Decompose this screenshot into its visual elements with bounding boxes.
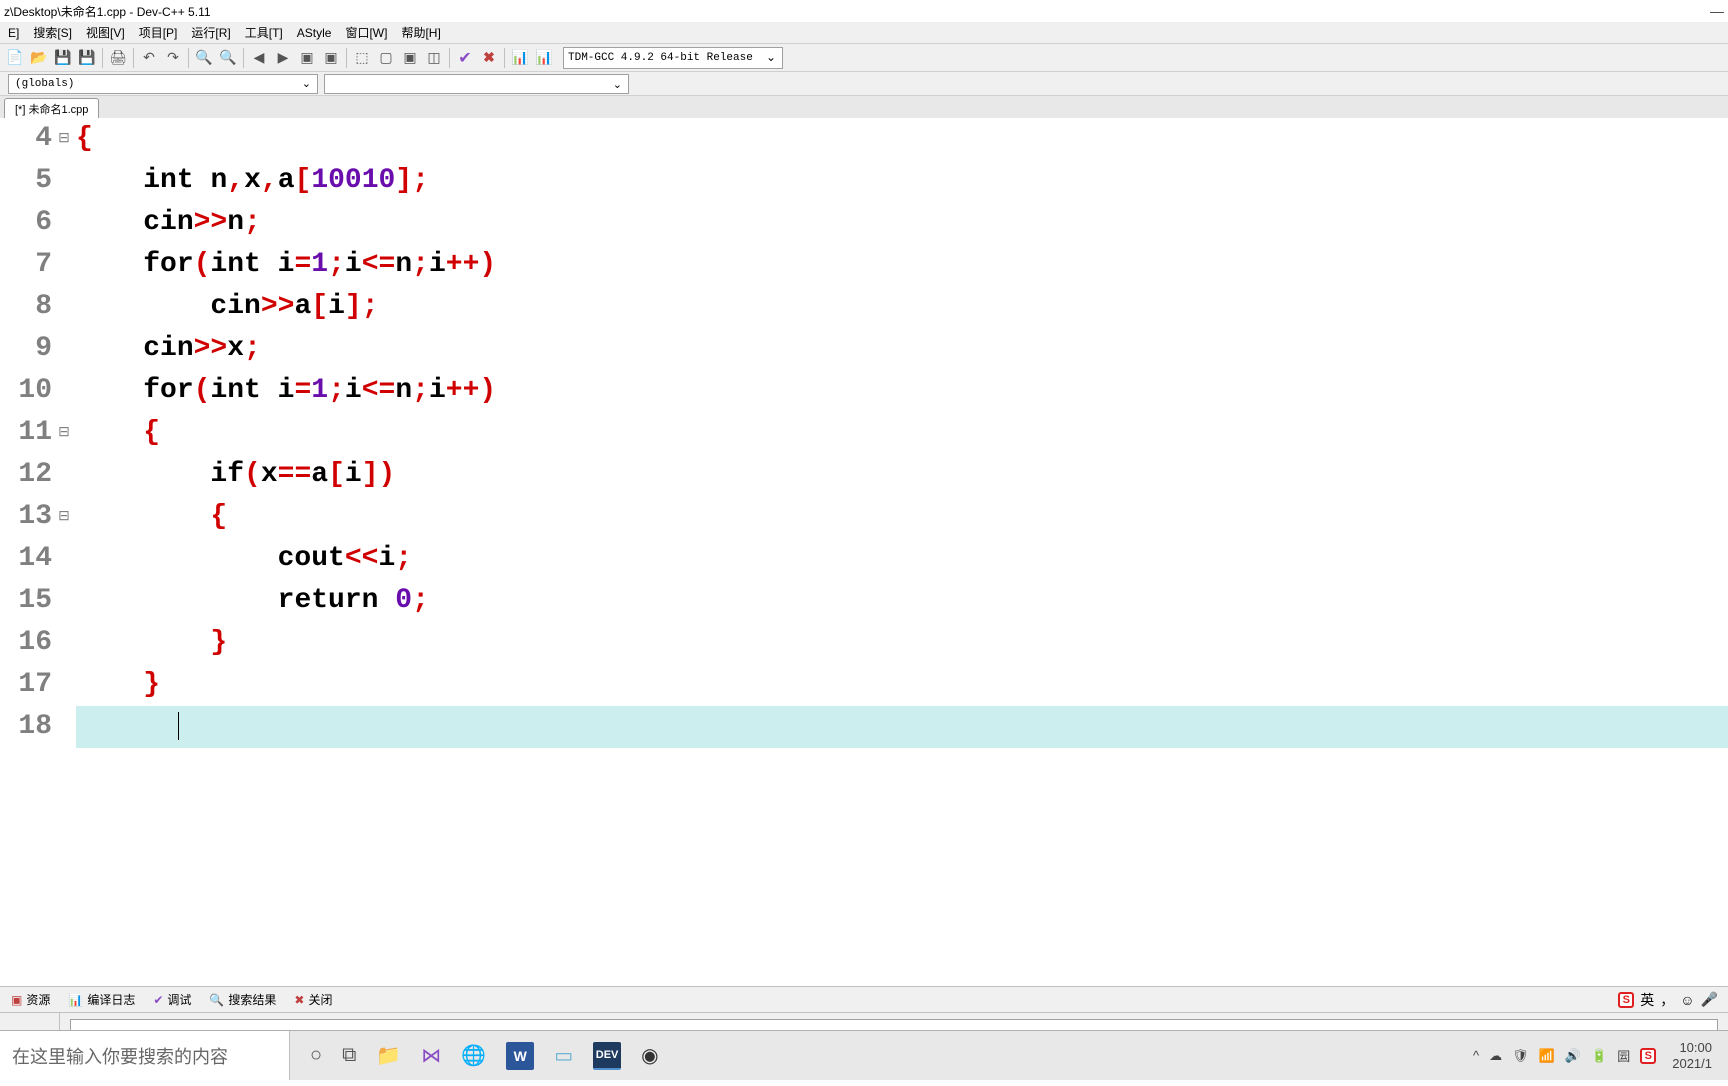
open-file-icon[interactable]: 📂 — [28, 47, 50, 69]
saveall-icon[interactable]: 💾 — [76, 47, 98, 69]
stop-icon[interactable]: ✖ — [478, 47, 500, 69]
notes-icon[interactable]: ▭ — [554, 1043, 573, 1068]
undo-icon[interactable]: ↶ — [138, 47, 160, 69]
clock[interactable]: 10:00 2021/1 — [1666, 1040, 1718, 1072]
menu-help[interactable]: 帮助[H] — [395, 22, 446, 43]
taskbar: 在这里输入你要搜索的内容 ○ ⧉ 📁 ⋈ 🌐 W ▭ DEV ◉ ^ ☁ 🛡 📶… — [0, 1030, 1728, 1080]
ime-mic-icon[interactable]: 🎤 — [1701, 991, 1718, 1008]
search-icon: 🔍 — [209, 993, 224, 1007]
menu-window[interactable]: 窗口[W] — [339, 22, 393, 43]
code-area[interactable]: { int n,x,a[10010]; cin>>n; for(int i=1;… — [70, 118, 1728, 986]
compiler-selector[interactable]: TDM-GCC 4.9.2 64-bit Release — [563, 47, 783, 69]
menu-tools[interactable]: 工具[T] — [239, 22, 289, 43]
tab-resource[interactable]: ▣资源 — [2, 988, 59, 1011]
compile-run-icon[interactable]: ▣ — [399, 47, 421, 69]
titlebar-path: z\Desktop\未命名1.cpp - Dev-C++ 5.11 — [4, 3, 211, 20]
devcpp-icon[interactable]: DEV — [593, 1042, 621, 1070]
rebuild-icon[interactable]: ◫ — [423, 47, 445, 69]
find-icon[interactable]: 🔍 — [193, 47, 215, 69]
replace-icon[interactable]: 🔍 — [217, 47, 239, 69]
menu-file[interactable]: E] — [2, 24, 25, 42]
taskview-icon[interactable]: ⧉ — [342, 1044, 356, 1067]
tray-sogou-icon[interactable]: S — [1640, 1048, 1656, 1064]
tab-close[interactable]: ✖关闭 — [285, 988, 341, 1011]
ime-sogou-icon[interactable]: S — [1618, 992, 1634, 1008]
onedrive-icon[interactable]: ☁ — [1489, 1048, 1502, 1064]
menu-project[interactable]: 项目[P] — [133, 22, 184, 43]
nav-fwd-icon[interactable]: ▶ — [272, 47, 294, 69]
chrome-icon[interactable]: 🌐 — [461, 1043, 486, 1068]
menu-search[interactable]: 搜索[S] — [27, 22, 78, 43]
nav-back-icon[interactable]: ◀ — [248, 47, 270, 69]
check-icon: ✔ — [153, 993, 163, 1007]
tab-search-result[interactable]: 🔍搜索结果 — [200, 988, 285, 1011]
ime-icon[interactable]: 囩 — [1617, 1046, 1630, 1065]
scopebar: (globals) — [0, 72, 1728, 96]
bookmark-icon[interactable]: ▣ — [320, 47, 342, 69]
redo-icon[interactable]: ↷ — [162, 47, 184, 69]
save-icon[interactable]: 💾 — [52, 47, 74, 69]
run-icon[interactable]: ▢ — [375, 47, 397, 69]
ime-punct[interactable]: ， — [1660, 990, 1674, 1010]
titlebar: z\Desktop\未命名1.cpp - Dev-C++ 5.11 — — [0, 0, 1728, 22]
scope-members[interactable] — [324, 74, 629, 94]
minimize-icon[interactable]: — — [1710, 3, 1724, 19]
windows-search-input[interactable]: 在这里输入你要搜索的内容 — [0, 1031, 290, 1080]
word-icon[interactable]: W — [506, 1042, 534, 1070]
volume-icon[interactable]: 🔊 — [1565, 1048, 1581, 1064]
debug-icon[interactable]: ✔ — [454, 47, 476, 69]
wifi-icon[interactable]: 📶 — [1539, 1048, 1555, 1064]
ime-bar: S 英 ， ☺ 🎤 — [1618, 990, 1726, 1010]
chart-icon: 📊 — [68, 993, 83, 1007]
compile-icon[interactable]: ⬚ — [351, 47, 373, 69]
print-icon[interactable]: 🖨 — [107, 47, 129, 69]
close-icon: ✖ — [294, 993, 304, 1007]
file-tabbar: [*] 未命名1.cpp — [0, 96, 1728, 118]
line-gutter: 456789101112131415161718 — [0, 118, 58, 986]
menu-run[interactable]: 运行[R] — [185, 22, 236, 43]
code-editor[interactable]: 456789101112131415161718 ⊟⊟⊟ { int n,x,a… — [0, 118, 1728, 986]
defender-icon[interactable]: 🛡 — [1512, 1048, 1529, 1064]
system-tray: ^ ☁ 🛡 📶 🔊 🔋 囩 S 10:00 2021/1 — [1463, 1040, 1728, 1072]
tab-compile-log[interactable]: 📊编译日志 — [59, 988, 144, 1011]
bottom-panel-tabs: ▣资源 📊编译日志 ✔调试 🔍搜索结果 ✖关闭 S 英 ， ☺ 🎤 — [0, 986, 1728, 1012]
tab-debug[interactable]: ✔调试 — [144, 988, 200, 1011]
toolbar: 📄 📂 💾 💾 🖨 ↶ ↷ 🔍 🔍 ◀ ▶ ▣ ▣ ⬚ ▢ ▣ ◫ ✔ ✖ 📊 … — [0, 44, 1728, 72]
visualstudio-icon[interactable]: ⋈ — [421, 1043, 441, 1068]
ime-emoji[interactable]: ☺ — [1680, 992, 1694, 1008]
menu-view[interactable]: 视图[V] — [80, 22, 131, 43]
tray-up-icon[interactable]: ^ — [1473, 1048, 1479, 1063]
menu-astyle[interactable]: AStyle — [291, 24, 338, 42]
battery-icon[interactable]: 🔋 — [1591, 1048, 1607, 1064]
menubar: E] 搜索[S] 视图[V] 项目[P] 运行[R] 工具[T] AStyle … — [0, 22, 1728, 44]
file-tab[interactable]: [*] 未命名1.cpp — [4, 98, 99, 118]
fold-column[interactable]: ⊟⊟⊟ — [58, 118, 70, 986]
goto-icon[interactable]: ▣ — [296, 47, 318, 69]
explorer-icon[interactable]: 📁 — [376, 1043, 401, 1068]
scope-globals[interactable]: (globals) — [8, 74, 318, 94]
profile-icon[interactable]: 📊 — [509, 47, 531, 69]
resource-icon: ▣ — [11, 993, 22, 1007]
profile2-icon[interactable]: 📊 — [533, 47, 555, 69]
new-file-icon[interactable]: 📄 — [4, 47, 26, 69]
obs-icon[interactable]: ◉ — [641, 1043, 658, 1068]
ime-lang[interactable]: 英 — [1640, 990, 1654, 1010]
cortana-icon[interactable]: ○ — [310, 1044, 322, 1067]
